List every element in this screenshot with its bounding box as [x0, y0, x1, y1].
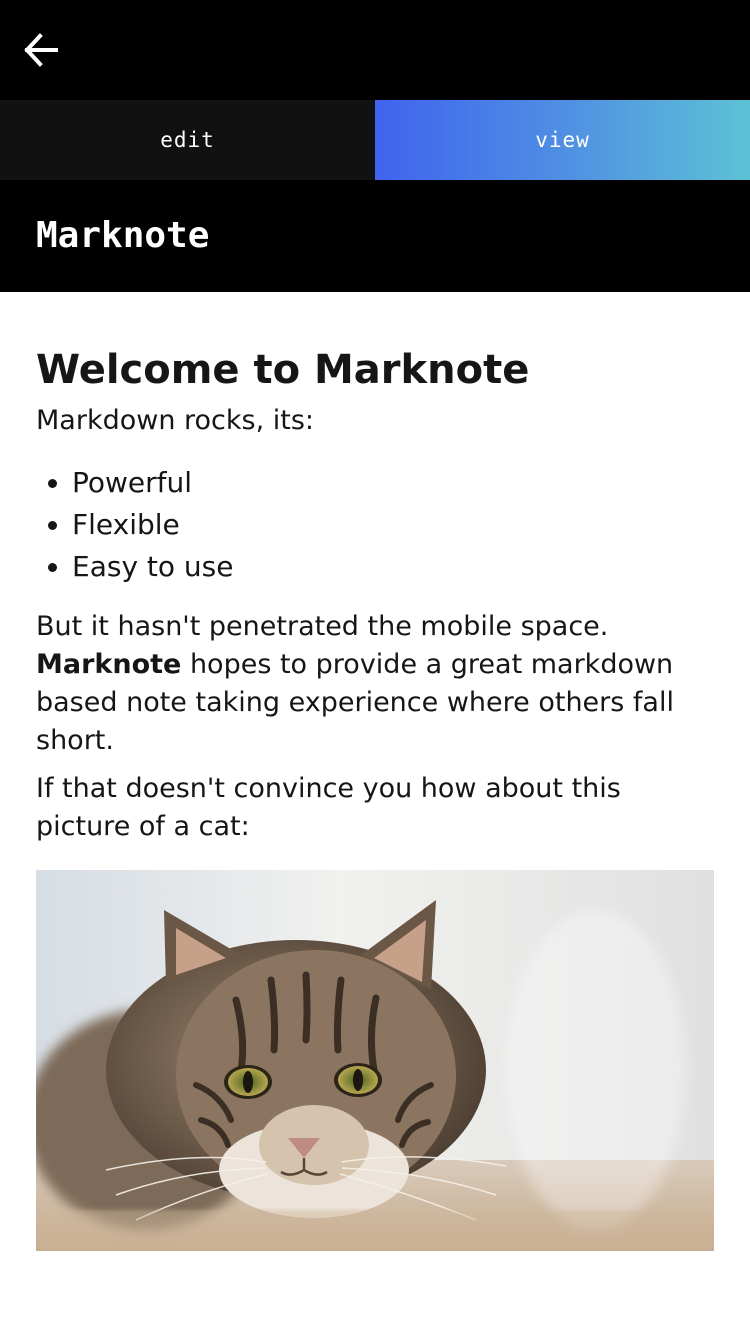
intro-text: Markdown rocks, its:	[36, 405, 315, 436]
list-item: Flexible	[72, 504, 714, 546]
cat-intro-paragraph: If that doesn't convince you how about t…	[36, 773, 621, 842]
description-paragraph: But it hasn't penetrated the mobile spac…	[36, 608, 714, 760]
mode-tabs: edit view	[0, 100, 750, 180]
back-button[interactable]	[18, 27, 64, 73]
bold-app-name: Marknote	[36, 649, 182, 680]
note-content: Welcome to Marknote Markdown rocks, its:…	[36, 292, 714, 1251]
title-bar: Marknote	[0, 180, 750, 292]
list-item: Powerful	[72, 462, 714, 504]
tab-view[interactable]: view	[375, 100, 750, 180]
list-item: Easy to use	[72, 546, 714, 588]
tab-edit[interactable]: edit	[0, 100, 375, 180]
description-line-1: But it hasn't penetrated the mobile spac…	[36, 611, 609, 642]
app-title: Marknote	[36, 215, 210, 256]
top-bar	[0, 0, 750, 100]
feature-list: Powerful Flexible Easy to use	[36, 462, 714, 588]
note-heading: Welcome to Marknote	[36, 347, 530, 393]
arrow-left-icon	[24, 33, 58, 67]
cat-photo	[36, 870, 714, 1251]
